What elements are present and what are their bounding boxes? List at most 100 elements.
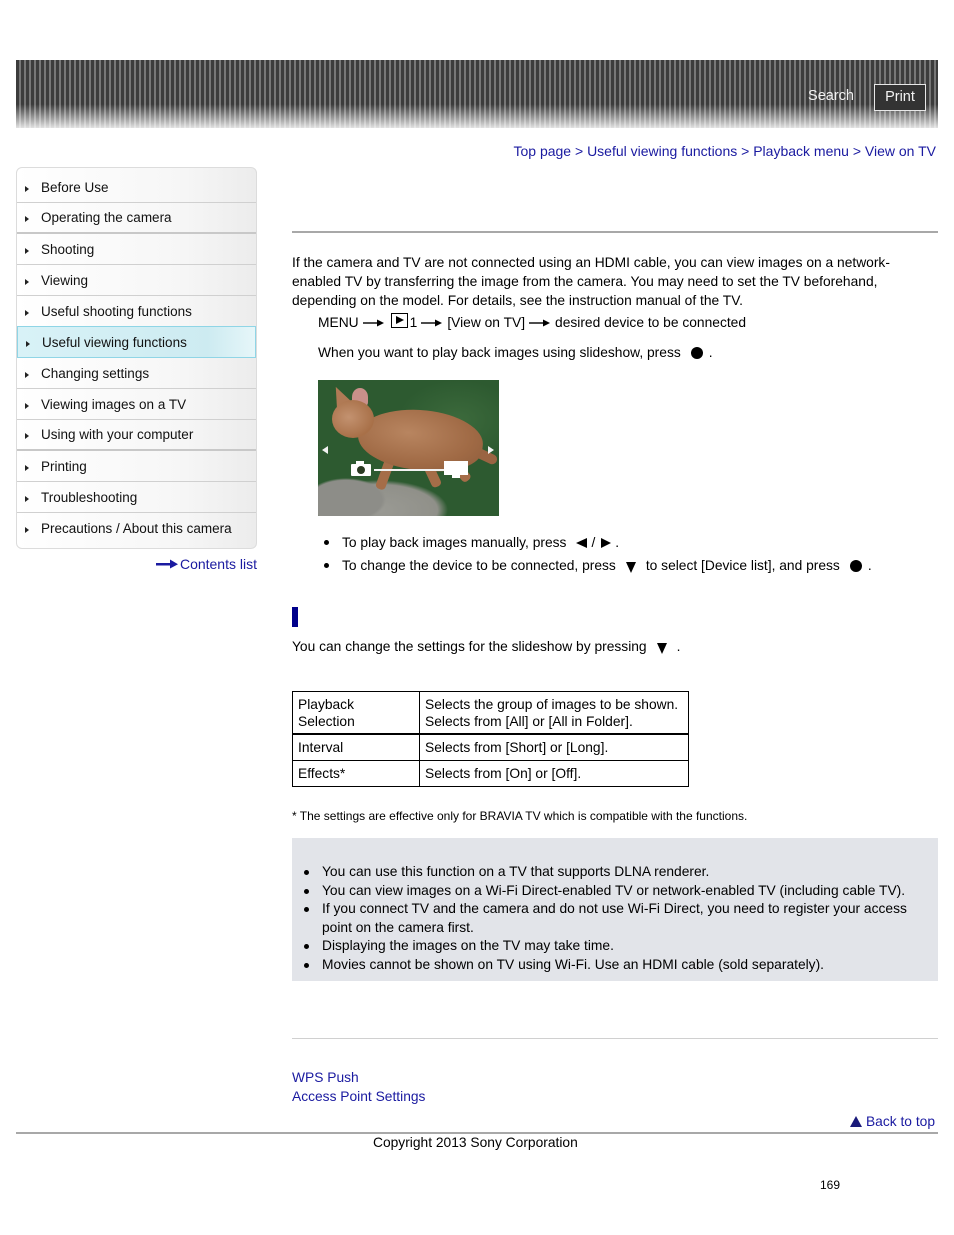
print-button[interactable]: Print [874,84,926,111]
arrow-right-icon [529,319,551,326]
note-text: Displaying the images on the TV may take… [322,938,614,953]
search-link[interactable]: Search [808,88,854,104]
tip-suffix: . [867,558,872,573]
breadcrumb-top-page[interactable]: Top page [513,143,571,159]
menu-label: MENU [318,315,359,330]
sidebar-item-label: Printing [41,458,87,474]
tip-suffix: . [615,535,620,550]
connection-line [374,469,444,471]
bullet-icon [324,540,329,545]
sidebar-item-label: Useful shooting functions [41,303,192,319]
bullet-icon [304,870,309,875]
center-button-icon [690,346,703,359]
note-text: You can view images on a Wi-Fi Direct-en… [322,882,906,898]
intro-paragraph: If the camera and TV are not connected u… [292,255,890,308]
sidebar-item-useful-shooting-functions[interactable]: Useful shooting functions [17,296,256,327]
down-button-icon [656,642,667,654]
triangle-right-icon [25,247,29,254]
tip-text: to select [Device list], and press [645,558,840,573]
setting-description: Selects the group of images to be shown.… [419,691,689,735]
sidebar-item-label: Before Use [41,179,109,195]
footnote: * The settings are effective only for BR… [292,809,748,823]
right-button-icon [601,537,612,548]
sidebar-item-using-with-your-computer[interactable]: Using with your computer [17,420,256,451]
section-intro-text: You can change the settings for the slid… [292,639,647,654]
slideshow-suffix: . [708,345,713,360]
triangle-right-icon [25,278,29,285]
sidebar-item-label: Precautions / About this camera [41,521,232,536]
sidebar-item-label: Changing settings [41,365,150,381]
step-target: desired device to be connected [555,315,747,330]
list-item: You can view images on a Wi-Fi Direct-en… [304,882,924,901]
title-divider [292,231,938,233]
menu-step: MENU 1 [View on TV] desired device to be… [318,312,747,330]
sidebar-item-changing-settings[interactable]: Changing settings [17,358,256,389]
breadcrumb: Top page > Useful viewing functions > Pl… [513,143,936,159]
sidebar-item-label: Operating the camera [41,210,172,225]
sidebar-item-label: Using with your computer [41,427,194,442]
triangle-right-icon [25,402,29,409]
related-link-access-point-settings[interactable]: Access Point Settings [292,1087,425,1106]
bullet-icon [304,888,309,894]
left-button-icon [576,537,588,548]
breadcrumb-view-on-tv[interactable]: View on TV [865,143,936,159]
sidebar-item-viewing[interactable]: Viewing [17,265,256,296]
section-marker [292,607,298,627]
sidebar-item-shooting[interactable]: Shooting [17,234,256,265]
setting-name: Playback Selection [292,691,420,735]
playback-screen-image [318,380,499,516]
playback-tips-list: To play back images manually, press / . … [324,531,872,577]
up-arrow-icon [849,1116,862,1127]
list-item: To change the device to be connected, pr… [324,554,872,577]
setting-description: Selects from [On] or [Off]. [419,760,689,787]
triangle-right-icon [25,309,29,316]
triangle-right-icon [25,216,29,222]
table-row: Playback Selection Selects the group of … [292,691,689,735]
table-row: Interval Selects from [Short] or [Long]. [292,733,689,761]
slideshow-settings-table: Playback Selection Selects the group of … [292,691,689,787]
playback-tab-icon [390,312,408,328]
sidebar-item-precautions[interactable]: Precautions / About this camera [17,513,256,544]
down-button-icon [625,561,636,573]
table-row: Effects* Selects from [On] or [Off]. [292,760,689,787]
setting-description: Selects from [Short] or [Long]. [419,733,689,761]
sidebar-item-troubleshooting[interactable]: Troubleshooting [17,482,256,513]
setting-name: Effects* [292,760,420,787]
note-text: You can use this function on a TV that s… [322,864,710,879]
right-arrow-overlay-icon [488,446,494,454]
center-button-icon [849,559,862,572]
bullet-icon [304,944,309,949]
menu-item-view-on-tv: [View on TV] [447,315,526,330]
back-to-top-link[interactable]: Back to top [849,1114,935,1129]
list-item: Displaying the images on the TV may take… [304,937,924,956]
sidebar-item-before-use[interactable]: Before Use [17,168,256,203]
contents-list-label: Contents list [179,556,257,572]
contents-list-link[interactable]: Contents list [155,556,257,572]
setting-name: Interval [292,733,420,761]
tab-number: 1 [409,315,418,330]
related-link-wps-push[interactable]: WPS Push [292,1068,425,1087]
sidebar-item-printing[interactable]: Printing [17,451,256,482]
sidebar-item-useful-viewing-functions[interactable]: Useful viewing functions [17,326,256,358]
tip-text: To play back images manually, press [342,535,567,550]
triangle-right-icon [25,464,29,471]
sidebar-item-label: Viewing images on a TV [41,396,187,412]
page-number: 169 [820,1178,841,1192]
camera-icon [351,461,371,476]
note-text: Movies cannot be shown on TV using Wi-Fi… [322,956,825,972]
triangle-right-icon [25,433,29,439]
breadcrumb-separator: > [574,143,584,159]
notes-box: You can use this function on a TV that s… [292,838,938,981]
triangle-right-icon [25,185,29,192]
sidebar-item-operating-the-camera[interactable]: Operating the camera [17,203,256,234]
tip-text: To change the device to be connected, pr… [342,558,616,573]
slideshow-settings-intro: You can change the settings for the slid… [292,639,680,654]
breadcrumb-playback-menu[interactable]: Playback menu [753,143,849,159]
tip-separator: / [591,535,596,550]
sidebar-item-label: Useful viewing functions [42,334,187,350]
breadcrumb-separator: > [852,143,862,159]
triangle-right-icon [25,527,29,533]
breadcrumb-useful-viewing-functions[interactable]: Useful viewing functions [587,143,737,159]
slideshow-instruction: When you want to play back images using … [318,345,713,360]
sidebar-item-viewing-images-on-a-tv[interactable]: Viewing images on a TV [17,389,256,420]
